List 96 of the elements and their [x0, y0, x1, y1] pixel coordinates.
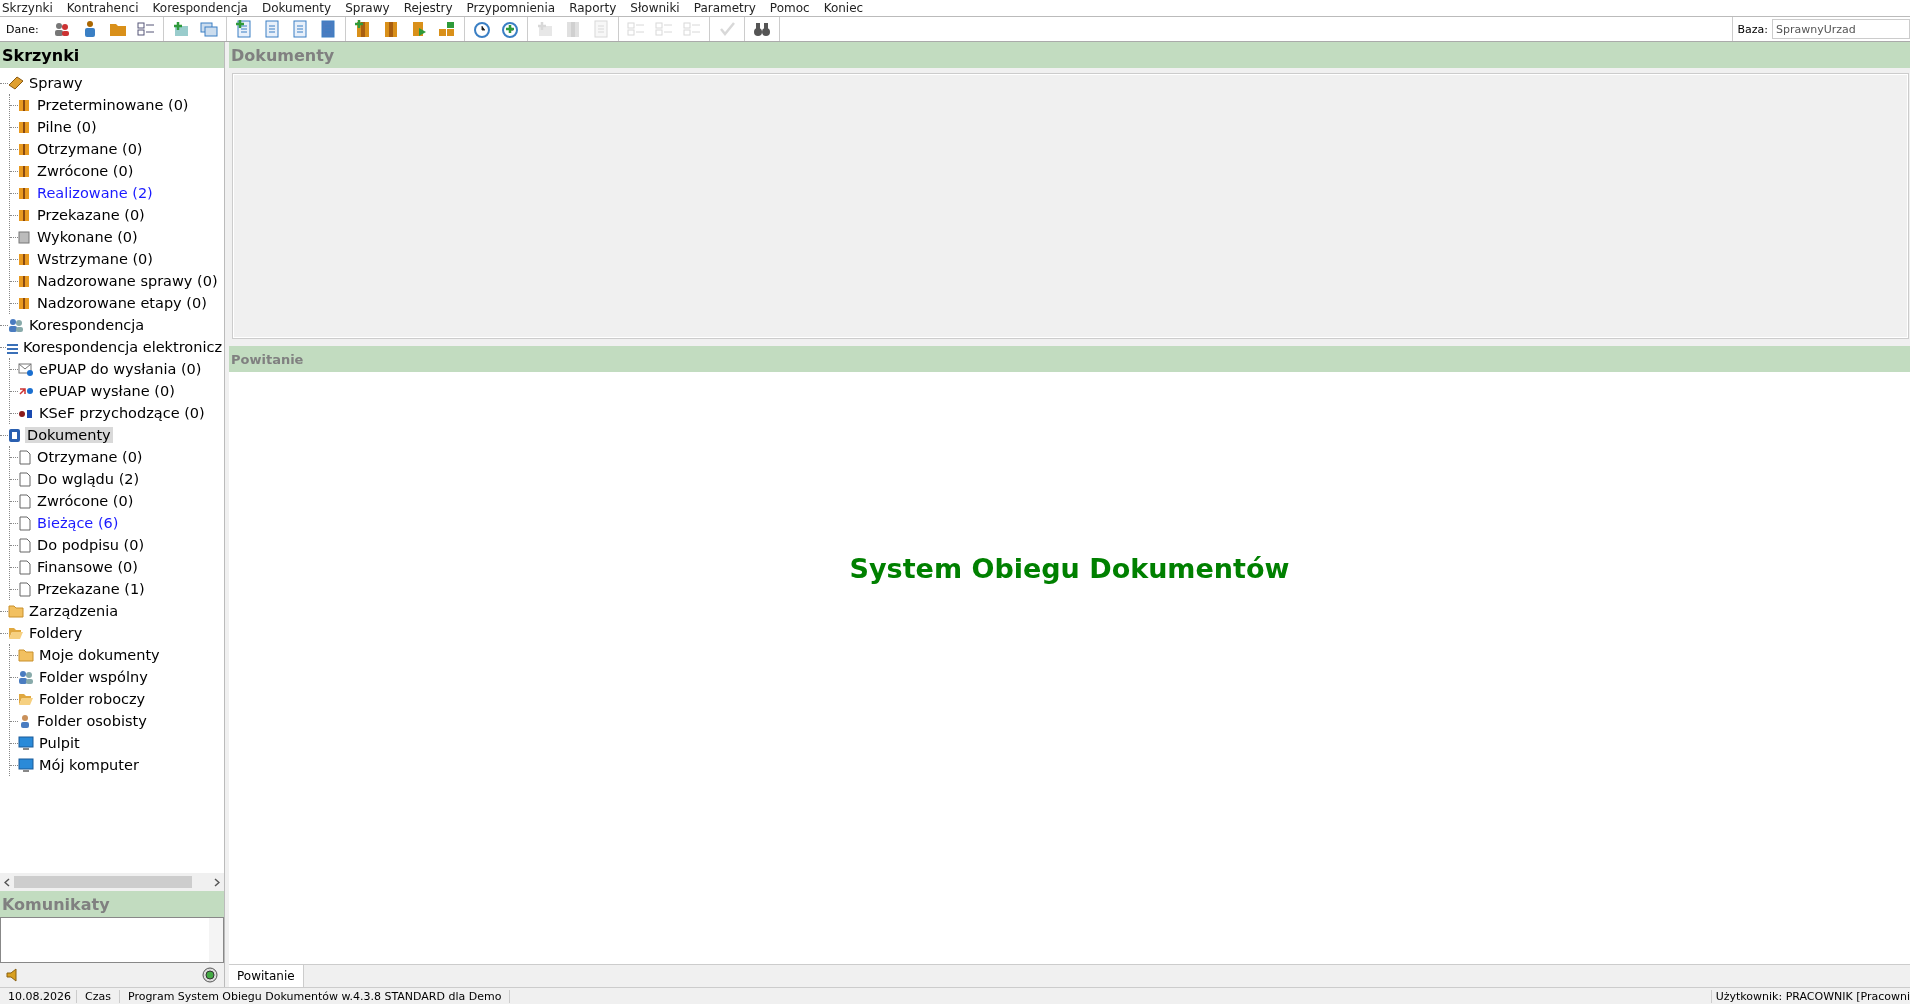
add-icon — [535, 21, 554, 37]
tree-item[interactable]: Otrzymane (0) — [35, 449, 145, 465]
status-time-label: Czas — [77, 989, 120, 1003]
tree-item[interactable]: Korespondencja — [27, 317, 147, 333]
menu-item[interactable]: Rejestry — [403, 0, 453, 16]
tree-item[interactable]: Realizowane (2) — [35, 185, 155, 201]
binder-icon — [18, 142, 32, 156]
status-date: 10.08.2026 — [0, 989, 77, 1003]
binder-icon — [564, 20, 581, 38]
check-icon — [717, 21, 736, 37]
list-icon — [136, 21, 155, 37]
menu-item[interactable]: Koniec — [823, 0, 864, 16]
add-icon — [171, 21, 190, 37]
binoculars-icon — [752, 21, 771, 37]
tree-item[interactable]: Zwrócone (0) — [35, 493, 136, 509]
list-icon — [682, 21, 701, 37]
menu-item[interactable]: Przypomnienia — [466, 0, 556, 16]
scroll-right-icon[interactable] — [214, 877, 220, 887]
list-icon — [654, 21, 673, 37]
menu-item[interactable]: Korespondencja — [152, 0, 248, 16]
tree-item[interactable]: Korespondencja elektronicz — [20, 339, 224, 355]
tree-item[interactable]: Zarządzenia — [27, 603, 121, 619]
binder-icon — [18, 252, 32, 266]
tree-item[interactable]: Sprawy — [27, 75, 85, 91]
tree-item[interactable]: Mój komputer — [37, 757, 141, 773]
folder-icon — [18, 648, 34, 662]
tree-item[interactable]: Bieżące (6) — [35, 515, 121, 531]
tree-item[interactable]: ePUAP do wysłania (0) — [37, 361, 204, 377]
person-icon — [18, 713, 32, 729]
tree-item[interactable]: Pulpit — [37, 735, 82, 751]
tree-item[interactable]: Dokumenty — [25, 427, 113, 443]
tree-item[interactable]: Folder roboczy — [37, 691, 148, 707]
copy-icon — [199, 21, 218, 37]
people-icon — [18, 669, 34, 685]
menu-item[interactable]: Sprawy — [345, 0, 390, 16]
binder-icon — [18, 208, 32, 222]
tree-item[interactable]: Finansowe (0) — [35, 559, 140, 575]
menu-item[interactable]: Dokumenty — [261, 0, 332, 16]
menu-item[interactable]: Parametry — [693, 0, 756, 16]
tab[interactable]: Powitanie — [229, 965, 304, 987]
people-icon — [8, 317, 24, 333]
tree-item[interactable]: Nadzorowane sprawy (0) — [35, 273, 220, 289]
welcome-heading: System Obiegu Dokumentów — [849, 552, 1290, 584]
welcome-title: Powitanie — [229, 346, 1910, 372]
documents-title: Dokumenty — [229, 42, 1910, 68]
binder-icon — [354, 20, 371, 38]
status-program: Program System Obiegu Dokumentów w.4.3.8 STANDARD dla Demo — [119, 989, 511, 1003]
menu-item[interactable]: Raporty — [569, 0, 617, 16]
tree-item[interactable]: Nadzorowane etapy (0) — [35, 295, 209, 311]
tree-item[interactable]: Moje dokumenty — [37, 647, 162, 663]
tree-item[interactable]: KSeF przychodzące (0) — [37, 405, 207, 421]
toolbar-label: Dane: — [6, 22, 39, 36]
tree-item[interactable]: Pilne (0) — [35, 119, 99, 135]
target-icon[interactable] — [202, 967, 218, 983]
tree-item[interactable]: Do podpisu (0) — [35, 537, 147, 553]
tree-item[interactable]: Otrzymane (0) — [35, 141, 145, 157]
sidebar-title: Skrzynki — [0, 42, 224, 68]
envelope-icon — [18, 362, 34, 376]
folder-icon — [8, 604, 24, 618]
tree-item[interactable]: Przekazane (1) — [35, 581, 147, 597]
tree-item[interactable]: Przekazane (0) — [35, 207, 147, 223]
status-user: Użytkownik: PRACOWNIK [Pracowni — [1710, 989, 1910, 1003]
menu-item[interactable]: Słowniki — [630, 0, 680, 16]
binder-icon — [18, 164, 32, 178]
scroll-left-icon[interactable] — [4, 877, 10, 887]
tree-item[interactable]: Do wglądu (2) — [35, 471, 142, 487]
open-folder-icon — [8, 626, 24, 640]
tree-item[interactable]: Wykonane (0) — [35, 229, 140, 245]
tree-item[interactable]: Zwrócone (0) — [35, 163, 136, 179]
binder-icon — [18, 230, 32, 244]
binder-icon — [18, 274, 32, 288]
flag-icon — [410, 20, 427, 38]
binder-icon — [18, 296, 32, 310]
alarm-clock-icon — [500, 20, 519, 38]
messages-title: Komunikaty — [0, 891, 224, 917]
tree-item[interactable]: Folder osobisty — [35, 713, 149, 729]
menu-item[interactable]: Pomoc — [769, 0, 810, 16]
alarm-clock-icon — [472, 20, 491, 38]
folder-icon — [108, 21, 127, 37]
tree-item[interactable]: Foldery — [27, 625, 85, 641]
binder-icon — [382, 20, 399, 38]
base-label: Baza: — [1737, 22, 1768, 36]
menu-item[interactable]: Kontrahenci — [66, 0, 139, 16]
binder-icon — [18, 186, 32, 200]
list-icon — [626, 21, 645, 37]
users-icon — [52, 21, 71, 37]
tree-item[interactable]: Folder wspólny — [37, 669, 150, 685]
open-folder-icon — [18, 692, 34, 706]
tree-item[interactable]: Wstrzymane (0) — [35, 251, 155, 267]
menu-item[interactable]: Skrzynki — [2, 0, 53, 16]
tree-item[interactable]: Przeterminowane (0) — [35, 97, 191, 113]
binder-icon — [18, 98, 32, 112]
tree-item[interactable]: ePUAP wysłane (0) — [37, 383, 177, 399]
binder-icon — [18, 120, 32, 134]
boxes-icon — [437, 21, 456, 37]
base-field[interactable]: SprawnyUrzad — [1772, 19, 1910, 39]
